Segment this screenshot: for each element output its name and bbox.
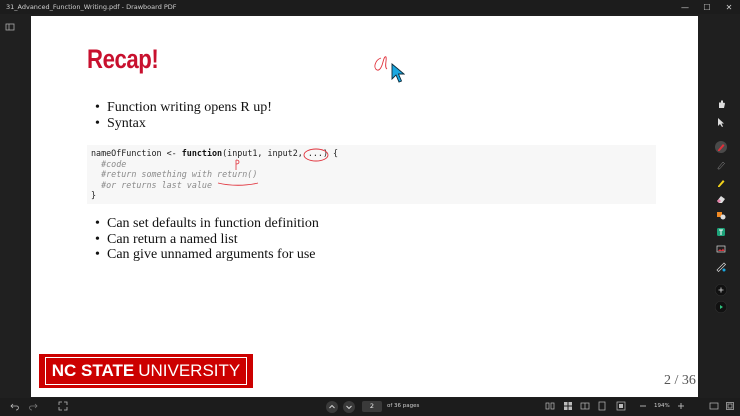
maximize-button[interactable]: ☐ [696, 0, 718, 14]
window-title: 31_Advanced_Function_Writing.pdf - Drawb… [6, 3, 177, 11]
bullet-list-top: Function writing opens R up! Syntax [93, 100, 272, 131]
code-line: #code [91, 158, 127, 169]
single-page-icon[interactable] [597, 401, 607, 413]
thumbnails-icon[interactable] [545, 401, 555, 413]
previous-page-button[interactable] [326, 401, 338, 413]
fit-page-icon[interactable] [616, 401, 626, 413]
list-item: Function writing opens R up! [93, 100, 272, 116]
redo-icon[interactable] [28, 401, 38, 413]
fullscreen-icon[interactable] [58, 401, 68, 413]
shape-tool-icon[interactable] [715, 209, 727, 221]
layout-icon[interactable] [580, 401, 590, 413]
page-number-input[interactable]: 2 [362, 401, 382, 412]
fit-width-icon[interactable] [709, 401, 719, 413]
select-tool-icon[interactable] [715, 116, 727, 128]
slide-page-number: 2 / 36 [664, 373, 696, 388]
page-count-label: of 36 pages [387, 403, 420, 409]
mouse-cursor-icon [391, 63, 405, 83]
pen-toolbar [713, 95, 729, 325]
hand-tool-icon[interactable] [715, 98, 727, 110]
list-item: Can return a named list [93, 232, 319, 248]
grid-view-icon[interactable] [563, 401, 573, 413]
zoom-level[interactable]: 194% [654, 403, 670, 409]
settings-icon[interactable] [725, 401, 735, 413]
image-tool-icon[interactable] [715, 243, 727, 255]
play-button-icon[interactable] [715, 301, 727, 313]
text-tool-icon[interactable] [715, 226, 727, 238]
red-pen-tool-icon[interactable] [715, 141, 727, 153]
add-tool-icon[interactable] [715, 284, 727, 296]
zoom-out-icon[interactable] [638, 401, 648, 413]
code-line: } [91, 190, 97, 200]
eraser-tool-icon[interactable] [715, 193, 727, 205]
code-line: #return something with return() [91, 169, 258, 179]
code-block: nameOfFunction <- function(input1, input… [87, 145, 656, 204]
undo-icon[interactable] [10, 401, 20, 413]
title-bar: 31_Advanced_Function_Writing.pdf - Drawb… [0, 0, 740, 14]
minimize-button[interactable]: — [674, 0, 696, 14]
close-button[interactable]: ✕ [718, 0, 740, 14]
slide-title: Recap! [87, 44, 159, 74]
zoom-in-icon[interactable] [676, 401, 686, 413]
bullet-list-bottom: Can set defaults in function definition … [93, 216, 319, 263]
list-item: Can give unnamed arguments for use [93, 247, 319, 263]
list-item: Can set defaults in function definition [93, 216, 319, 232]
pdf-page: Recap! Function writing opens R up! Synt… [31, 16, 698, 397]
code-line: nameOfFunction <- function(input1, input… [91, 148, 339, 158]
window-controls: — ☐ ✕ [674, 0, 740, 14]
ncsu-logo: NC STATE UNIVERSITY [39, 354, 253, 388]
code-line: #or returns last value [91, 179, 213, 190]
next-page-button[interactable] [343, 401, 355, 413]
black-pen-tool-icon[interactable] [715, 159, 727, 171]
ruler-tool-icon[interactable] [715, 261, 727, 273]
left-sidebar [0, 14, 20, 398]
list-item: Syntax [93, 116, 272, 132]
highlighter-tool-icon[interactable] [715, 177, 727, 189]
sidebar-toggle-icon[interactable] [5, 22, 15, 32]
ink-annotation-scribble [374, 56, 388, 71]
